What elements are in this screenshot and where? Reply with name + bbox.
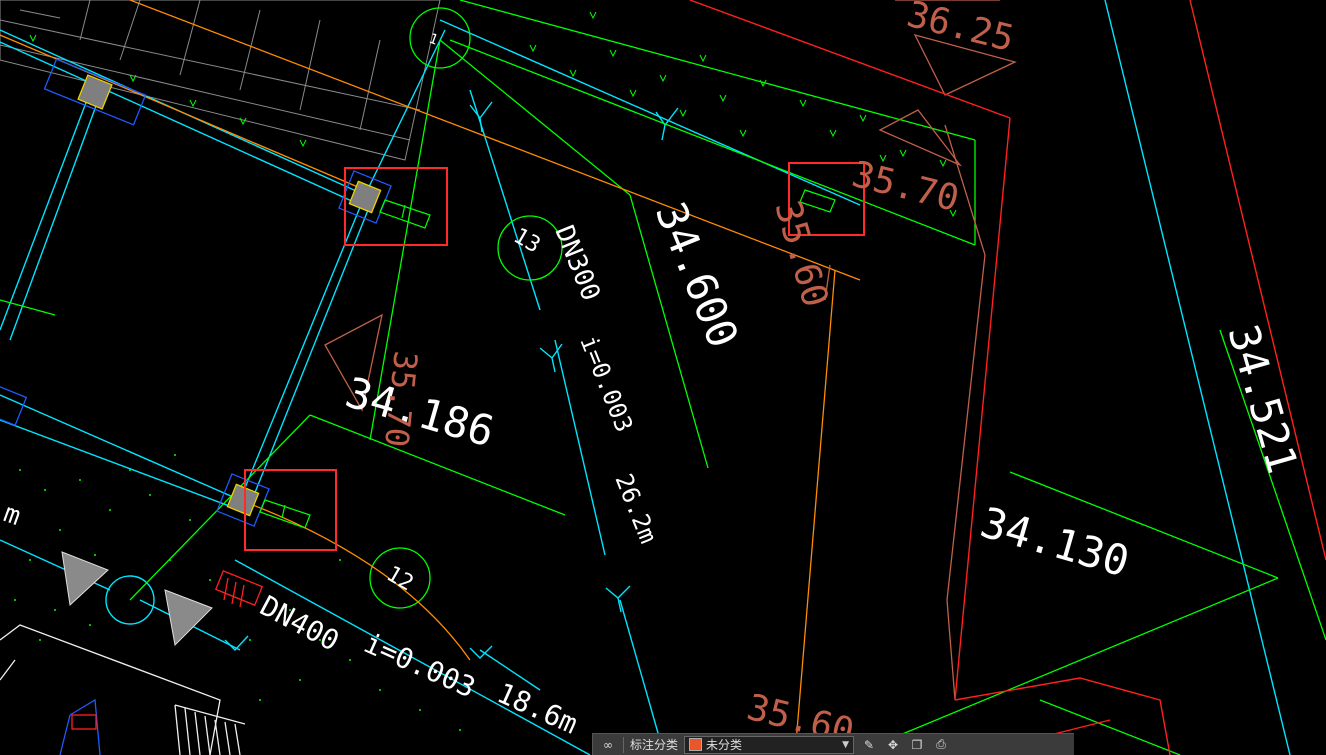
cad-drawing-canvas[interactable]: 34.600 34.186 34.130 34.521 36.25 35.70 … [0, 0, 1326, 755]
pipe-12-number: 12 [382, 562, 417, 597]
pipe-12-length: 18.6m [492, 676, 582, 740]
elevation-34-130: 34.130 [975, 498, 1134, 587]
road-lines [689, 0, 1326, 755]
chevron-down-icon: ▼ [842, 739, 850, 750]
annotation-toolbar: ∞ 标注分类 未分类 ▼ ✎ ✥ ❐ ⎙ [592, 733, 1074, 755]
pipe-12-slope: i=0.003 [359, 626, 480, 704]
print-icon[interactable]: ⎙ [932, 737, 950, 753]
partial-label-m: m [0, 498, 25, 532]
purple-marker [59, 698, 101, 755]
link-icon[interactable]: ∞ [599, 737, 617, 753]
boundary-lines [0, 0, 1326, 755]
old-elevation-35-60: 35.60 [766, 196, 835, 311]
elevation-labels: 34.600 34.186 34.130 34.521 [340, 195, 1307, 586]
old-elevation-35-70: 35.70 [848, 154, 963, 220]
building-outline [0, 624, 246, 755]
well-2 [338, 170, 392, 224]
layer-color-swatch [689, 738, 703, 751]
red-valve [214, 570, 264, 608]
inspection-wells [0, 58, 392, 527]
well-3 [216, 473, 270, 527]
layer-dropdown-value: 未分类 [706, 738, 743, 752]
copy-icon[interactable]: ❐ [908, 737, 926, 753]
pipe-12-diameter: DN400 [255, 589, 345, 658]
old-elevation-labels: 36.25 35.70 35.60 35.60 35.70 [377, 0, 1018, 753]
valve-triangles [61, 551, 213, 647]
move-icon[interactable]: ✥ [884, 737, 902, 753]
layer-dropdown[interactable]: 未分类 ▼ [684, 735, 855, 754]
elevation-34-521: 34.521 [1218, 319, 1307, 478]
pipe-13-length: 26.2m [609, 470, 662, 547]
edit-pen-icon[interactable]: ✎ [860, 737, 878, 753]
old-elevation-36-25: 36.25 [903, 0, 1018, 60]
pipe-13-diameter: DN300 [549, 221, 606, 305]
toolbar-divider [623, 736, 624, 753]
building-hatch [0, 0, 441, 161]
pipe-labels: 13 DN300 i=0.003 26.2m 12 DN400 i=0.003 … [0, 31, 662, 741]
orange-lines [0, 0, 861, 755]
pipe-13-slope: i=0.003 [574, 332, 638, 436]
water-pipes [0, 0, 1291, 755]
annotation-category-label: 标注分类 [630, 738, 679, 752]
elevation-34-600: 34.600 [646, 195, 748, 354]
